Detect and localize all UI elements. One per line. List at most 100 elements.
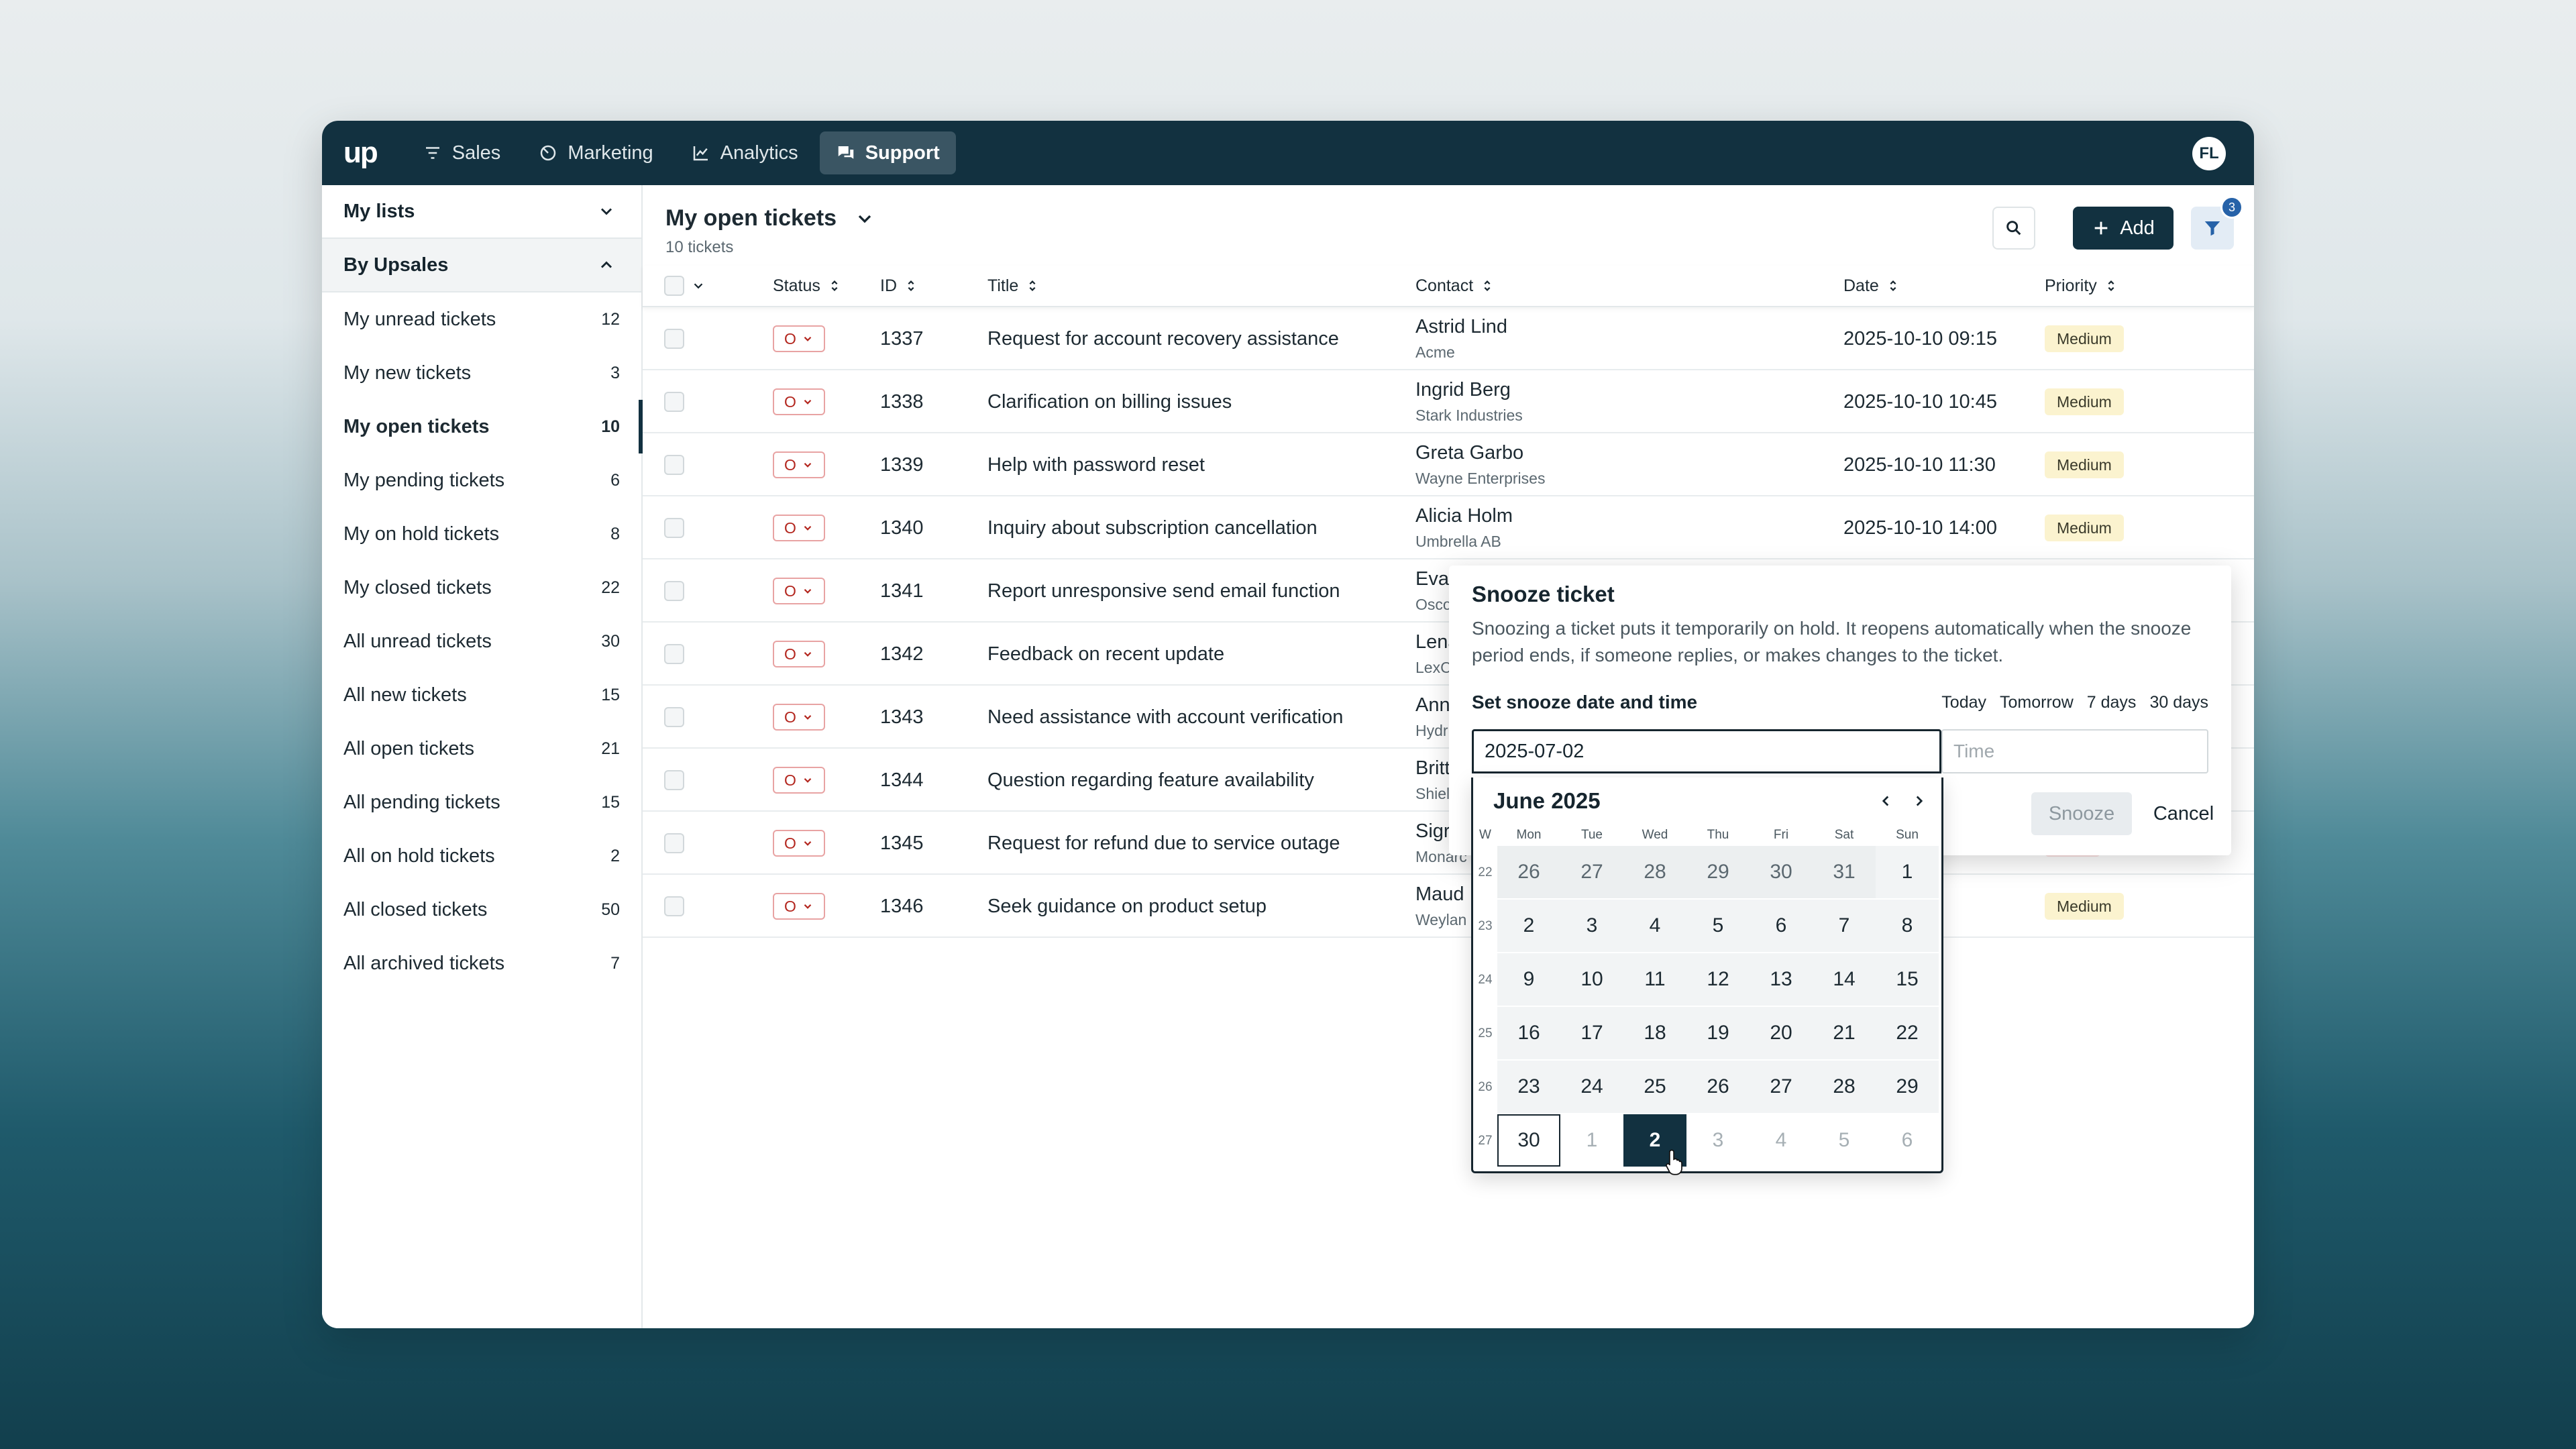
table-row[interactable]: O 1337 Request for account recovery assi… bbox=[643, 307, 2254, 370]
calendar-day[interactable]: 14 bbox=[1813, 953, 1876, 1006]
calendar-day[interactable]: 27 bbox=[1560, 846, 1623, 898]
column-id[interactable]: ID bbox=[880, 276, 918, 296]
snooze-date-input[interactable]: 2025-07-02 bbox=[1472, 729, 1941, 773]
row-checkbox[interactable] bbox=[664, 455, 684, 475]
calendar-day[interactable]: 11 bbox=[1623, 953, 1686, 1006]
status-dropdown[interactable]: O bbox=[773, 578, 825, 604]
search-button[interactable] bbox=[1992, 207, 2035, 250]
calendar-day[interactable]: 5 bbox=[1813, 1114, 1876, 1167]
ticket-title[interactable]: Request for refund due to service outage bbox=[987, 812, 1340, 875]
table-row[interactable]: O 1338 Clarification on billing issues I… bbox=[643, 370, 2254, 433]
ticket-contact[interactable]: Ingrid Berg Stark Industries bbox=[1415, 370, 1523, 433]
status-dropdown[interactable]: O bbox=[773, 515, 825, 541]
snooze-button[interactable]: Snooze bbox=[2031, 792, 2132, 835]
calendar-day[interactable]: 6 bbox=[1876, 1114, 1939, 1167]
ticket-contact[interactable]: Maud Weylan bbox=[1415, 875, 1466, 938]
calendar-day[interactable]: 22 bbox=[1876, 1007, 1939, 1059]
calendar-day[interactable]: 31 bbox=[1813, 846, 1876, 898]
calendar-day[interactable]: 7 bbox=[1813, 900, 1876, 952]
calendar-day[interactable]: 3 bbox=[1560, 900, 1623, 952]
status-dropdown[interactable]: O bbox=[773, 767, 825, 794]
status-dropdown[interactable]: O bbox=[773, 325, 825, 352]
sidebar-item[interactable]: My new tickets 3 bbox=[322, 346, 641, 400]
calendar-day[interactable]: 28 bbox=[1813, 1061, 1876, 1113]
calendar-day[interactable]: 20 bbox=[1750, 1007, 1813, 1059]
ticket-contact[interactable]: Astrid Lind Acme bbox=[1415, 307, 1507, 370]
column-contact[interactable]: Contact bbox=[1415, 276, 1495, 296]
chevron-down-icon[interactable] bbox=[691, 278, 706, 293]
sidebar-item[interactable]: My open tickets 10 bbox=[322, 400, 643, 453]
ticket-contact[interactable]: Ann Hydr bbox=[1415, 686, 1450, 749]
sidebar-item[interactable]: My pending tickets 6 bbox=[322, 453, 641, 507]
calendar-day[interactable]: 26 bbox=[1686, 1061, 1750, 1113]
ticket-title[interactable]: Inquiry about subscription cancellation bbox=[987, 496, 1318, 559]
sidebar-item[interactable]: All closed tickets 50 bbox=[322, 883, 641, 936]
ticket-title[interactable]: Clarification on billing issues bbox=[987, 370, 1232, 433]
ticket-title[interactable]: Question regarding feature availability bbox=[987, 749, 1314, 812]
calendar-day-today[interactable]: 30 bbox=[1497, 1114, 1560, 1167]
calendar-day[interactable]: 5 bbox=[1686, 900, 1750, 952]
status-dropdown[interactable]: O bbox=[773, 641, 825, 667]
ticket-title[interactable]: Report unresponsive send email function bbox=[987, 559, 1340, 623]
ticket-title[interactable]: Seek guidance on product setup bbox=[987, 875, 1267, 938]
calendar-day[interactable]: 25 bbox=[1623, 1061, 1686, 1113]
ticket-title[interactable]: Need assistance with account verificatio… bbox=[987, 686, 1343, 749]
snooze-time-input[interactable]: Time bbox=[1941, 729, 2208, 773]
row-checkbox[interactable] bbox=[664, 644, 684, 664]
column-priority[interactable]: Priority bbox=[2045, 276, 2118, 296]
row-checkbox[interactable] bbox=[664, 833, 684, 853]
sidebar-item[interactable]: All unread tickets 30 bbox=[322, 614, 641, 668]
row-checkbox[interactable] bbox=[664, 518, 684, 538]
calendar-day[interactable]: 24 bbox=[1560, 1061, 1623, 1113]
ticket-contact[interactable]: Britt Shiel bbox=[1415, 749, 1450, 812]
calendar-day[interactable]: 9 bbox=[1497, 953, 1560, 1006]
calendar-day[interactable]: 8 bbox=[1876, 900, 1939, 952]
sidebar-item[interactable]: All open tickets 21 bbox=[322, 722, 641, 775]
calendar-day[interactable]: 29 bbox=[1876, 1061, 1939, 1113]
quick-today[interactable]: Today bbox=[1941, 693, 1986, 712]
calendar-day[interactable]: 4 bbox=[1750, 1114, 1813, 1167]
sidebar-item[interactable]: My on hold tickets 8 bbox=[322, 507, 641, 561]
status-dropdown[interactable]: O bbox=[773, 388, 825, 415]
sidebar-item[interactable]: All on hold tickets 2 bbox=[322, 829, 641, 883]
chevron-right-icon[interactable] bbox=[1911, 792, 1928, 810]
calendar-day[interactable]: 2 bbox=[1497, 900, 1560, 952]
row-checkbox[interactable] bbox=[664, 770, 684, 790]
row-checkbox[interactable] bbox=[664, 392, 684, 412]
calendar-day[interactable]: 15 bbox=[1876, 953, 1939, 1006]
calendar-day[interactable]: 29 bbox=[1686, 846, 1750, 898]
status-dropdown[interactable]: O bbox=[773, 704, 825, 731]
sidebar-section-my-lists[interactable]: My lists bbox=[322, 185, 641, 239]
row-checkbox[interactable] bbox=[664, 896, 684, 916]
calendar-day[interactable]: 26 bbox=[1497, 846, 1560, 898]
calendar-day[interactable]: 16 bbox=[1497, 1007, 1560, 1059]
quick-30-days[interactable]: 30 days bbox=[2149, 693, 2208, 712]
calendar-day[interactable]: 19 bbox=[1686, 1007, 1750, 1059]
calendar-day[interactable]: 21 bbox=[1813, 1007, 1876, 1059]
row-checkbox[interactable] bbox=[664, 707, 684, 727]
calendar-day[interactable]: 18 bbox=[1623, 1007, 1686, 1059]
calendar-day[interactable]: 1 bbox=[1876, 846, 1939, 898]
calendar-day[interactable]: 1 bbox=[1560, 1114, 1623, 1167]
add-button[interactable]: Add bbox=[2073, 207, 2174, 250]
sidebar-section-by-upsales[interactable]: By Upsales bbox=[322, 239, 641, 292]
quick-7-days[interactable]: 7 days bbox=[2087, 693, 2137, 712]
nav-marketing[interactable]: Marketing bbox=[522, 131, 669, 174]
calendar-day[interactable]: 4 bbox=[1623, 900, 1686, 952]
select-all[interactable] bbox=[664, 276, 706, 296]
sidebar-item[interactable]: All new tickets 15 bbox=[322, 668, 641, 722]
chevron-left-icon[interactable] bbox=[1877, 792, 1894, 810]
nav-support[interactable]: Support bbox=[819, 131, 956, 174]
nav-sales[interactable]: Sales bbox=[407, 131, 517, 174]
sidebar-item[interactable]: All archived tickets 7 bbox=[322, 936, 641, 990]
ticket-contact[interactable]: Eva Osco bbox=[1415, 559, 1452, 623]
cancel-button[interactable]: Cancel bbox=[2147, 792, 2220, 835]
ticket-title[interactable]: Feedback on recent update bbox=[987, 623, 1224, 686]
calendar-day[interactable]: 17 bbox=[1560, 1007, 1623, 1059]
table-row[interactable]: O 1339 Help with password reset Greta Ga… bbox=[643, 433, 2254, 496]
ticket-title[interactable]: Request for account recovery assistance bbox=[987, 307, 1339, 370]
select-all-checkbox[interactable] bbox=[664, 276, 684, 296]
filter-button[interactable]: 3 bbox=[2191, 196, 2243, 250]
row-checkbox[interactable] bbox=[664, 581, 684, 601]
column-title[interactable]: Title bbox=[987, 276, 1040, 296]
